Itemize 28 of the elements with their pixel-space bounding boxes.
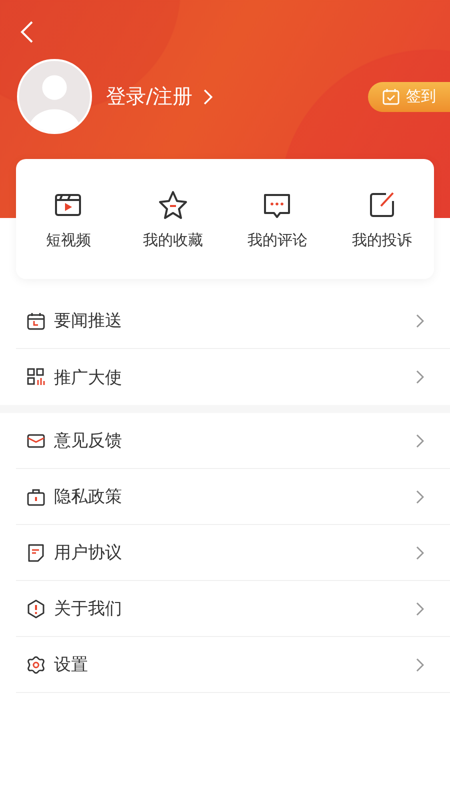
chevron-right-icon bbox=[416, 602, 424, 616]
shortcut-label[interactable]: 我的投诉 bbox=[352, 230, 412, 250]
warning-icon bbox=[26, 598, 46, 618]
shortcut-label[interactable]: 短视频 bbox=[46, 230, 91, 250]
chevron-right-icon bbox=[416, 490, 424, 504]
menu-item[interactable]: 隐私政策 bbox=[54, 485, 122, 508]
chevron-right-icon bbox=[416, 658, 424, 672]
shortcut-label[interactable]: 我的收藏 bbox=[142, 230, 203, 250]
star-icon[interactable] bbox=[156, 188, 189, 220]
menu-item[interactable]: 要闻推送 bbox=[54, 309, 122, 332]
shortcut-label[interactable]: 我的评论 bbox=[247, 230, 308, 250]
chevron-right-icon bbox=[202, 88, 213, 104]
menu-item[interactable]: 设置 bbox=[54, 653, 88, 676]
menu-item[interactable]: 推广大使 bbox=[54, 366, 122, 388]
chevron-right-icon bbox=[416, 546, 424, 560]
chevron-right-icon bbox=[416, 434, 424, 448]
chevron-right-icon bbox=[416, 314, 424, 328]
login-link[interactable]: 登录/注册 bbox=[106, 83, 193, 110]
briefcase-icon bbox=[26, 486, 46, 506]
menu-item[interactable]: 意见反馈 bbox=[54, 429, 122, 452]
document-icon bbox=[26, 542, 46, 562]
grid-icon bbox=[26, 367, 46, 387]
menu-item[interactable]: 用户协议 bbox=[54, 541, 122, 564]
menu-item[interactable]: 关于我们 bbox=[54, 597, 122, 620]
chevron-right-icon bbox=[416, 370, 424, 384]
settings-icon bbox=[26, 654, 46, 674]
calendar-check-icon bbox=[382, 88, 400, 106]
calendar-icon bbox=[26, 310, 46, 330]
